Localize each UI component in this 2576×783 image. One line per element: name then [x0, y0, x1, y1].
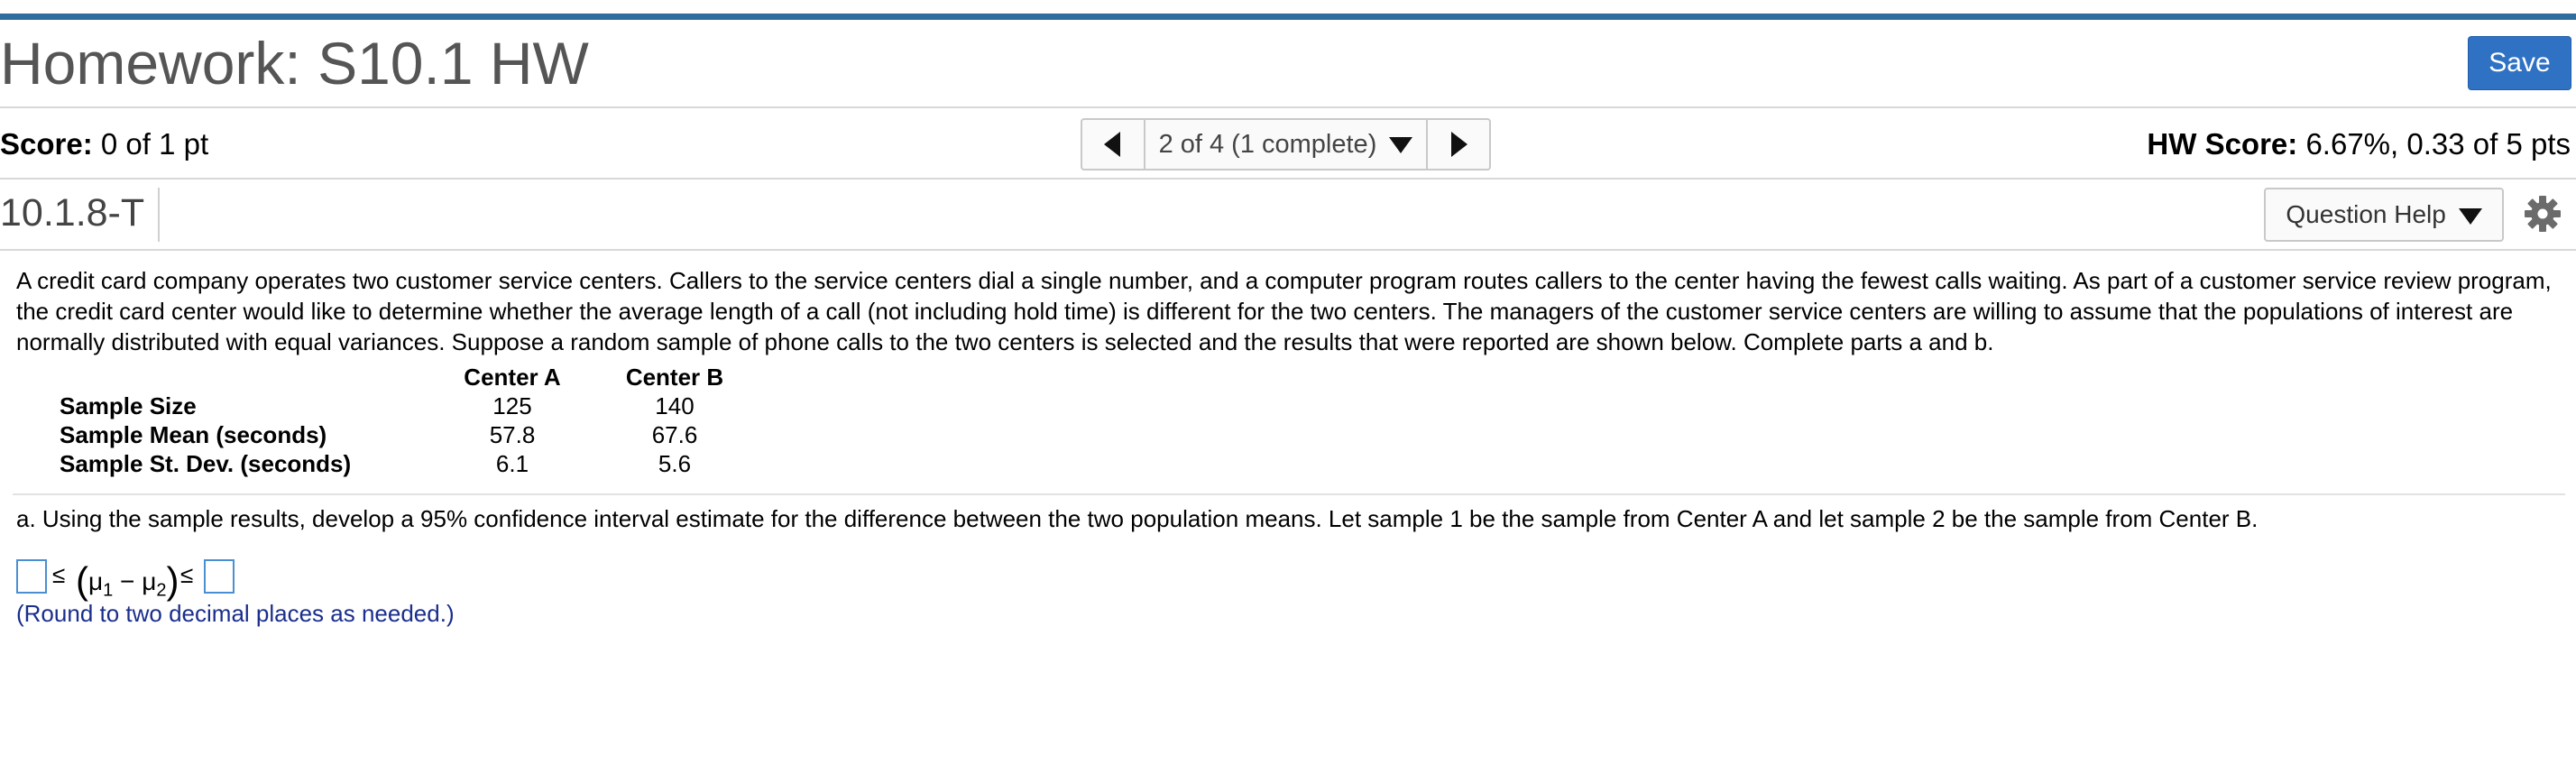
hw-score-label: HW Score:	[2147, 127, 2298, 161]
table-row: Sample Size 125 140	[43, 392, 756, 420]
table-header-cell	[43, 363, 431, 392]
prev-question-button[interactable]	[1082, 120, 1145, 169]
sample-data-table: Center A Center B Sample Size 125 140 Sa…	[43, 363, 756, 478]
gear-icon[interactable]	[2523, 194, 2562, 234]
table-header-cell: Center B	[625, 364, 724, 391]
rounding-instruction: (Round to two decimal places as needed.)	[16, 600, 455, 627]
divider	[0, 106, 2576, 108]
prev-arrow-icon	[1104, 132, 1120, 157]
mean-difference-expression: (μ1 − μ2)	[76, 559, 179, 602]
question-score: Score: 0 of 1 pt	[0, 127, 208, 161]
question-body: A credit card company operates two custo…	[16, 265, 2560, 357]
question-id: 10.1.8-T	[0, 191, 145, 235]
next-arrow-icon	[1451, 132, 1467, 157]
ci-upper-bound-input[interactable]	[204, 559, 235, 594]
table-cell: 6.1	[495, 450, 529, 477]
question-navigator: 2 of 4 (1 complete)	[1081, 118, 1491, 170]
table-row: Sample Mean (seconds) 57.8 67.6	[43, 420, 756, 449]
hw-score-value: 6.67%, 0.33 of 5 pts	[2305, 127, 2571, 161]
score-value: 0 of 1 pt	[100, 127, 209, 161]
table-cell: 125	[492, 392, 532, 419]
table-header-row: Center A Center B	[43, 363, 756, 392]
dropdown-triangle-icon	[2458, 207, 2482, 225]
hw-score: HW Score: 6.67%, 0.33 of 5 pts	[2147, 127, 2571, 161]
table-cell: 57.8	[489, 421, 536, 448]
table-cell: 5.6	[658, 450, 692, 477]
less-equal-symbol: ≤	[180, 561, 194, 588]
page-title: Homework: S10.1 HW	[0, 30, 589, 97]
ci-lower-bound-input[interactable]	[16, 559, 47, 594]
question-help-label: Question Help	[2286, 200, 2446, 228]
less-equal-symbol: ≤	[52, 561, 66, 588]
score-label: Score:	[0, 127, 93, 161]
question-selector-label: 2 of 4 (1 complete)	[1158, 130, 1377, 159]
next-question-button[interactable]	[1426, 120, 1489, 169]
question-text: A credit card company operates two custo…	[16, 267, 2552, 355]
table-cell: 67.6	[651, 421, 698, 448]
table-row: Sample St. Dev. (seconds) 6.1 5.6	[43, 449, 756, 478]
top-accent-bar	[0, 14, 2576, 20]
table-header-cell: Center A	[464, 364, 561, 391]
divider	[0, 178, 2576, 180]
divider	[0, 249, 2576, 251]
section-divider	[13, 493, 2565, 495]
question-id-separator	[158, 188, 160, 242]
row-label: Sample Mean (seconds)	[60, 421, 327, 448]
dropdown-triangle-icon	[1389, 137, 1413, 154]
row-label: Sample Size	[60, 392, 197, 419]
part-a-prompt: a. Using the sample results, develop a 9…	[16, 505, 2259, 532]
row-label: Sample St. Dev. (seconds)	[60, 450, 352, 477]
save-button[interactable]: Save	[2468, 36, 2571, 90]
question-selector-dropdown[interactable]: 2 of 4 (1 complete)	[1145, 120, 1426, 169]
table-cell: 140	[655, 392, 695, 419]
question-help-button[interactable]: Question Help	[2264, 188, 2504, 242]
